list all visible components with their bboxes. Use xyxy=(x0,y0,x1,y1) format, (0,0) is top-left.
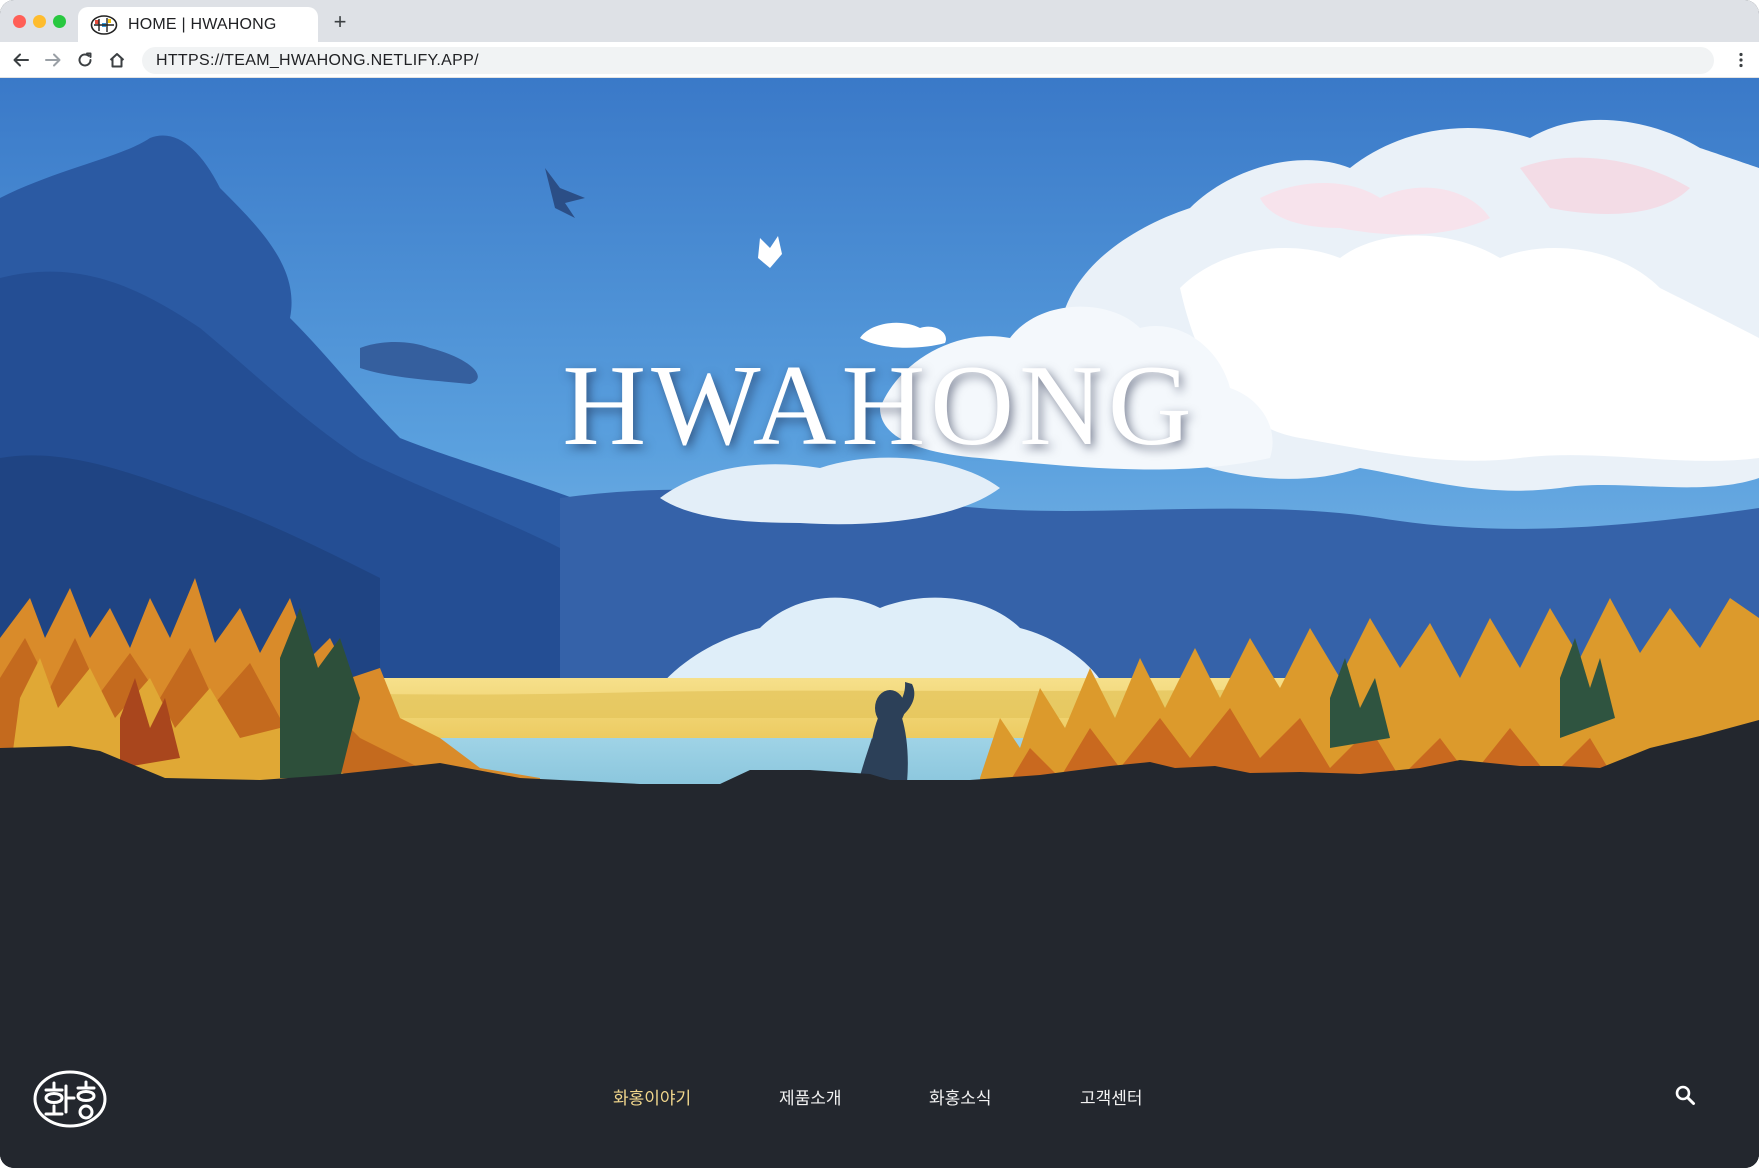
menu-item-support[interactable]: 고객센터 xyxy=(1080,1084,1143,1109)
close-window-button[interactable] xyxy=(13,15,26,28)
maximize-window-button[interactable] xyxy=(53,15,66,28)
browser-window: HOME | HWAHONG + HTTPS://TEAM_HWAHONG.NE… xyxy=(0,0,1759,1168)
browser-toolbar: HTTPS://TEAM_HWAHONG.NETLIFY.APP/ xyxy=(0,42,1759,78)
main-menu: 화홍이야기 제품소개 화홍소식 고객센터 xyxy=(0,1058,1759,1148)
new-tab-button[interactable]: + xyxy=(330,11,350,33)
hero-title: HWAHONG xyxy=(562,342,1197,470)
menu-item-products[interactable]: 제품소개 xyxy=(779,1084,842,1109)
page-viewport: HWAHONG 화홍이야기 제품소개 화홍소식 고객센터 xyxy=(0,78,1759,1168)
reload-icon[interactable] xyxy=(74,49,96,71)
hwahong-favicon-icon xyxy=(90,14,118,36)
address-bar-url: HTTPS://TEAM_HWAHONG.NETLIFY.APP/ xyxy=(156,51,479,69)
hero-illustration xyxy=(0,78,1759,898)
arrow-left-icon[interactable] xyxy=(10,49,32,71)
tab-title: HOME | HWAHONG xyxy=(128,15,277,33)
menu-item-story[interactable]: 화홍이야기 xyxy=(613,1084,691,1109)
menu-item-news[interactable]: 화홍소식 xyxy=(929,1084,992,1109)
kebab-menu-icon[interactable] xyxy=(1733,49,1749,71)
minimize-window-button[interactable] xyxy=(33,15,46,28)
search-icon[interactable] xyxy=(1674,1084,1696,1106)
site-navigation: 화홍이야기 제품소개 화홍소식 고객센터 xyxy=(0,1058,1759,1148)
address-bar[interactable]: HTTPS://TEAM_HWAHONG.NETLIFY.APP/ xyxy=(142,47,1714,74)
hero-section: HWAHONG xyxy=(0,78,1759,898)
tab-strip: HOME | HWAHONG + xyxy=(0,0,1759,42)
arrow-right-icon[interactable] xyxy=(42,49,64,71)
home-icon[interactable] xyxy=(106,49,128,71)
tab-home[interactable]: HOME | HWAHONG xyxy=(78,7,318,42)
